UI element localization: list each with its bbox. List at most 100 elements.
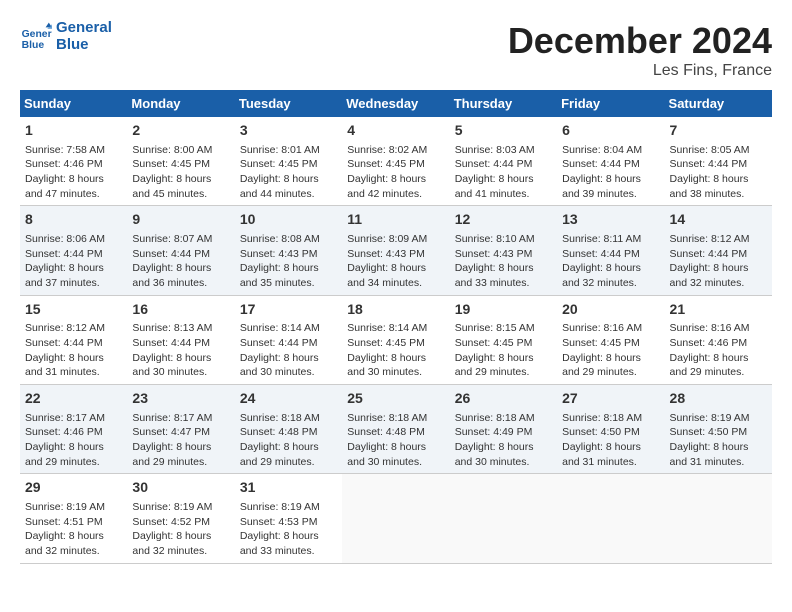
day-number: 15 <box>25 300 122 320</box>
day-number: 3 <box>240 121 337 141</box>
day-number: 22 <box>25 389 122 409</box>
calendar-cell: 8Sunrise: 8:06 AM Sunset: 4:44 PM Daylig… <box>20 206 127 295</box>
week-row-3: 15Sunrise: 8:12 AM Sunset: 4:44 PM Dayli… <box>20 295 772 384</box>
calendar-cell: 19Sunrise: 8:15 AM Sunset: 4:45 PM Dayli… <box>450 295 557 384</box>
logo-text-general: General <box>56 20 112 37</box>
calendar-table: SundayMondayTuesdayWednesdayThursdayFrid… <box>20 90 772 564</box>
day-number: 26 <box>455 389 552 409</box>
title-block: December 2024 Les Fins, France <box>508 20 772 80</box>
day-info: Sunrise: 8:19 AM Sunset: 4:50 PM Dayligh… <box>670 411 767 470</box>
day-info: Sunrise: 8:12 AM Sunset: 4:44 PM Dayligh… <box>25 321 122 380</box>
day-info: Sunrise: 8:02 AM Sunset: 4:45 PM Dayligh… <box>347 143 444 202</box>
day-info: Sunrise: 8:14 AM Sunset: 4:45 PM Dayligh… <box>347 321 444 380</box>
day-number: 31 <box>240 478 337 498</box>
calendar-cell: 24Sunrise: 8:18 AM Sunset: 4:48 PM Dayli… <box>235 385 342 474</box>
day-number: 14 <box>670 210 767 230</box>
day-number: 28 <box>670 389 767 409</box>
day-number: 12 <box>455 210 552 230</box>
calendar-cell: 1Sunrise: 7:58 AM Sunset: 4:46 PM Daylig… <box>20 117 127 206</box>
calendar-cell: 30Sunrise: 8:19 AM Sunset: 4:52 PM Dayli… <box>127 474 234 563</box>
day-number: 4 <box>347 121 444 141</box>
day-info: Sunrise: 7:58 AM Sunset: 4:46 PM Dayligh… <box>25 143 122 202</box>
location: Les Fins, France <box>508 62 772 80</box>
week-row-5: 29Sunrise: 8:19 AM Sunset: 4:51 PM Dayli… <box>20 474 772 563</box>
day-info: Sunrise: 8:00 AM Sunset: 4:45 PM Dayligh… <box>132 143 229 202</box>
day-number: 19 <box>455 300 552 320</box>
calendar-cell: 2Sunrise: 8:00 AM Sunset: 4:45 PM Daylig… <box>127 117 234 206</box>
calendar-cell: 25Sunrise: 8:18 AM Sunset: 4:48 PM Dayli… <box>342 385 449 474</box>
day-number: 6 <box>562 121 659 141</box>
calendar-cell: 15Sunrise: 8:12 AM Sunset: 4:44 PM Dayli… <box>20 295 127 384</box>
day-number: 27 <box>562 389 659 409</box>
day-number: 21 <box>670 300 767 320</box>
calendar-cell: 22Sunrise: 8:17 AM Sunset: 4:46 PM Dayli… <box>20 385 127 474</box>
page-header: General Blue General Blue December 2024 … <box>20 20 772 80</box>
day-info: Sunrise: 8:18 AM Sunset: 4:50 PM Dayligh… <box>562 411 659 470</box>
day-info: Sunrise: 8:08 AM Sunset: 4:43 PM Dayligh… <box>240 232 337 291</box>
day-info: Sunrise: 8:07 AM Sunset: 4:44 PM Dayligh… <box>132 232 229 291</box>
day-info: Sunrise: 8:18 AM Sunset: 4:48 PM Dayligh… <box>240 411 337 470</box>
calendar-cell: 3Sunrise: 8:01 AM Sunset: 4:45 PM Daylig… <box>235 117 342 206</box>
day-number: 9 <box>132 210 229 230</box>
calendar-cell: 26Sunrise: 8:18 AM Sunset: 4:49 PM Dayli… <box>450 385 557 474</box>
day-number: 11 <box>347 210 444 230</box>
logo-icon: General Blue <box>20 21 52 53</box>
weekday-header-row: SundayMondayTuesdayWednesdayThursdayFrid… <box>20 90 772 117</box>
day-info: Sunrise: 8:15 AM Sunset: 4:45 PM Dayligh… <box>455 321 552 380</box>
calendar-cell: 4Sunrise: 8:02 AM Sunset: 4:45 PM Daylig… <box>342 117 449 206</box>
day-number: 1 <box>25 121 122 141</box>
calendar-cell: 23Sunrise: 8:17 AM Sunset: 4:47 PM Dayli… <box>127 385 234 474</box>
day-info: Sunrise: 8:19 AM Sunset: 4:51 PM Dayligh… <box>25 500 122 559</box>
week-row-1: 1Sunrise: 7:58 AM Sunset: 4:46 PM Daylig… <box>20 117 772 206</box>
day-info: Sunrise: 8:04 AM Sunset: 4:44 PM Dayligh… <box>562 143 659 202</box>
day-info: Sunrise: 8:19 AM Sunset: 4:52 PM Dayligh… <box>132 500 229 559</box>
day-number: 7 <box>670 121 767 141</box>
day-number: 13 <box>562 210 659 230</box>
month-title: December 2024 <box>508 20 772 62</box>
calendar-cell: 5Sunrise: 8:03 AM Sunset: 4:44 PM Daylig… <box>450 117 557 206</box>
calendar-cell: 20Sunrise: 8:16 AM Sunset: 4:45 PM Dayli… <box>557 295 664 384</box>
calendar-cell: 29Sunrise: 8:19 AM Sunset: 4:51 PM Dayli… <box>20 474 127 563</box>
calendar-cell <box>557 474 664 563</box>
svg-text:Blue: Blue <box>22 40 45 51</box>
calendar-cell: 10Sunrise: 8:08 AM Sunset: 4:43 PM Dayli… <box>235 206 342 295</box>
week-row-2: 8Sunrise: 8:06 AM Sunset: 4:44 PM Daylig… <box>20 206 772 295</box>
day-number: 10 <box>240 210 337 230</box>
weekday-header-tuesday: Tuesday <box>235 90 342 117</box>
day-info: Sunrise: 8:10 AM Sunset: 4:43 PM Dayligh… <box>455 232 552 291</box>
day-number: 23 <box>132 389 229 409</box>
day-info: Sunrise: 8:14 AM Sunset: 4:44 PM Dayligh… <box>240 321 337 380</box>
weekday-header-saturday: Saturday <box>665 90 772 117</box>
calendar-cell: 12Sunrise: 8:10 AM Sunset: 4:43 PM Dayli… <box>450 206 557 295</box>
day-number: 8 <box>25 210 122 230</box>
day-info: Sunrise: 8:17 AM Sunset: 4:46 PM Dayligh… <box>25 411 122 470</box>
calendar-cell: 6Sunrise: 8:04 AM Sunset: 4:44 PM Daylig… <box>557 117 664 206</box>
weekday-header-thursday: Thursday <box>450 90 557 117</box>
svg-text:General: General <box>22 29 52 40</box>
day-info: Sunrise: 8:11 AM Sunset: 4:44 PM Dayligh… <box>562 232 659 291</box>
day-info: Sunrise: 8:16 AM Sunset: 4:45 PM Dayligh… <box>562 321 659 380</box>
day-number: 5 <box>455 121 552 141</box>
day-number: 17 <box>240 300 337 320</box>
weekday-header-wednesday: Wednesday <box>342 90 449 117</box>
day-number: 29 <box>25 478 122 498</box>
day-info: Sunrise: 8:18 AM Sunset: 4:49 PM Dayligh… <box>455 411 552 470</box>
calendar-cell: 7Sunrise: 8:05 AM Sunset: 4:44 PM Daylig… <box>665 117 772 206</box>
day-info: Sunrise: 8:16 AM Sunset: 4:46 PM Dayligh… <box>670 321 767 380</box>
weekday-header-sunday: Sunday <box>20 90 127 117</box>
day-number: 18 <box>347 300 444 320</box>
calendar-cell: 28Sunrise: 8:19 AM Sunset: 4:50 PM Dayli… <box>665 385 772 474</box>
calendar-cell: 21Sunrise: 8:16 AM Sunset: 4:46 PM Dayli… <box>665 295 772 384</box>
day-info: Sunrise: 8:05 AM Sunset: 4:44 PM Dayligh… <box>670 143 767 202</box>
calendar-cell: 13Sunrise: 8:11 AM Sunset: 4:44 PM Dayli… <box>557 206 664 295</box>
day-info: Sunrise: 8:17 AM Sunset: 4:47 PM Dayligh… <box>132 411 229 470</box>
day-info: Sunrise: 8:18 AM Sunset: 4:48 PM Dayligh… <box>347 411 444 470</box>
day-info: Sunrise: 8:19 AM Sunset: 4:53 PM Dayligh… <box>240 500 337 559</box>
week-row-4: 22Sunrise: 8:17 AM Sunset: 4:46 PM Dayli… <box>20 385 772 474</box>
day-info: Sunrise: 8:12 AM Sunset: 4:44 PM Dayligh… <box>670 232 767 291</box>
day-info: Sunrise: 8:13 AM Sunset: 4:44 PM Dayligh… <box>132 321 229 380</box>
day-number: 30 <box>132 478 229 498</box>
calendar-cell: 11Sunrise: 8:09 AM Sunset: 4:43 PM Dayli… <box>342 206 449 295</box>
logo: General Blue General Blue <box>20 20 112 53</box>
calendar-cell: 16Sunrise: 8:13 AM Sunset: 4:44 PM Dayli… <box>127 295 234 384</box>
